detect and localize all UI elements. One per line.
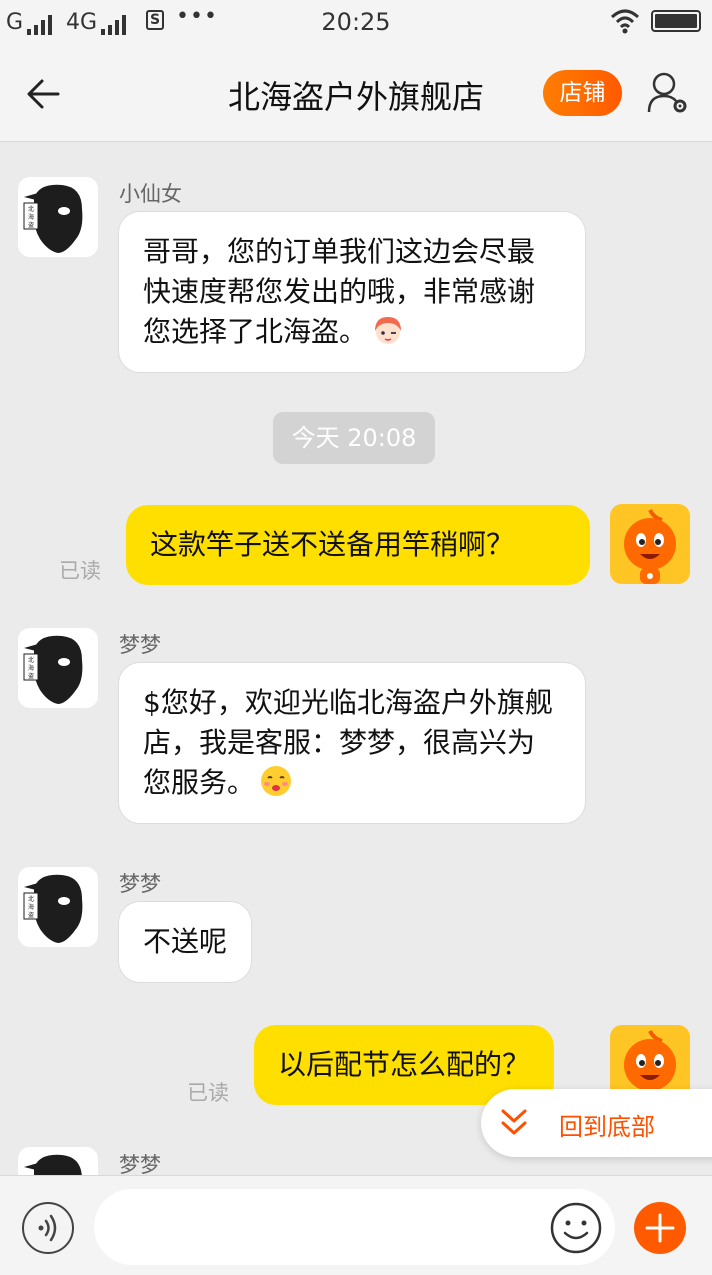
- chat-header: 北海盗户外旗舰店 店铺: [0, 44, 712, 142]
- svg-text:盗: 盗: [28, 672, 34, 680]
- svg-text:盗: 盗: [28, 221, 34, 229]
- outgoing-message-bubble[interactable]: 这款竿子送不送备用竿稍啊？: [126, 505, 590, 585]
- shop-avatar[interactable]: 北 海 盗: [18, 177, 98, 257]
- status-bar: G 4G S ••• 20:25: [0, 0, 712, 44]
- svg-text:北: 北: [28, 895, 34, 903]
- read-receipt: 已读: [187, 1081, 229, 1105]
- shop-avatar[interactable]: [18, 1147, 98, 1175]
- svg-text:北: 北: [28, 205, 34, 213]
- sender-name: 梦梦: [119, 633, 161, 657]
- girl-wink-emoji-icon: [375, 317, 402, 344]
- sender-name: 梦梦: [119, 1153, 161, 1175]
- message-text: 哥哥，您的订单我们这边会尽最快速度帮您发出的哦，非常感谢您选择了北海盗。: [143, 235, 536, 348]
- kiss-emoji-icon: [261, 766, 292, 796]
- clock: 20:25: [321, 8, 391, 36]
- shop-button[interactable]: 店铺: [543, 70, 622, 116]
- pirate-logo-icon: 北 海 盗: [23, 635, 83, 704]
- pirate-logo-icon: [24, 1154, 82, 1175]
- battery-icon: [651, 10, 701, 32]
- wifi-icon: [610, 9, 640, 34]
- shop-avatar[interactable]: 北 海 盗: [18, 628, 98, 708]
- message-list[interactable]: 北 海 盗 小仙女 哥哥，您的订单我们这边会尽最快速度帮您发出的哦，非常感谢您选…: [0, 143, 712, 1175]
- incoming-message-bubble[interactable]: 不送呢: [118, 901, 253, 983]
- svg-text:海: 海: [28, 664, 34, 672]
- sender-name: 梦梦: [119, 872, 161, 896]
- sender-name: 小仙女: [119, 182, 182, 206]
- user-settings-icon[interactable]: [646, 70, 690, 116]
- plus-icon: [645, 1213, 675, 1243]
- timestamp-label: 今天 20:08: [273, 412, 435, 464]
- voice-icon: [38, 1214, 57, 1242]
- pirate-logo-icon: 北 海 盗: [23, 184, 83, 253]
- message-text: 这款竿子送不送备用竿稍啊？: [150, 528, 515, 561]
- svg-text:北: 北: [28, 656, 34, 664]
- svg-text:海: 海: [28, 903, 34, 911]
- svg-text:盗: 盗: [28, 911, 34, 919]
- double-chevron-down-icon: [501, 1109, 527, 1135]
- voice-input-button[interactable]: [22, 1202, 74, 1254]
- message-text: 不送呢: [143, 925, 228, 958]
- svg-text:海: 海: [28, 213, 34, 221]
- message-text: 以后配节怎么配的？: [278, 1048, 531, 1081]
- pirate-logo-icon: 北 海 盗: [23, 874, 83, 943]
- shop-avatar[interactable]: 北 海 盗: [18, 867, 98, 947]
- input-bar: [0, 1175, 712, 1275]
- more-actions-button[interactable]: [634, 1202, 686, 1254]
- incoming-message-bubble[interactable]: 哥哥，您的订单我们这边会尽最快速度帮您发出的哦，非常感谢您选择了北海盗。: [118, 211, 586, 373]
- scroll-to-bottom-button[interactable]: 回到底部: [481, 1089, 712, 1157]
- incoming-message-bubble[interactable]: $您好，欢迎光临北海盗户外旗舰店，我是客服：梦梦，很高兴为您服务。: [118, 662, 586, 824]
- message-input[interactable]: [94, 1189, 615, 1265]
- scroll-to-bottom-label: 回到底部: [559, 1113, 655, 1141]
- read-receipt: 已读: [59, 559, 101, 583]
- emoji-smiley-icon[interactable]: [549, 1201, 603, 1255]
- mascot-icon: [624, 509, 676, 584]
- user-avatar[interactable]: [610, 504, 690, 584]
- message-text: $您好，欢迎光临北海盗户外旗舰店，我是客服：梦梦，很高兴为您服务。: [143, 686, 553, 799]
